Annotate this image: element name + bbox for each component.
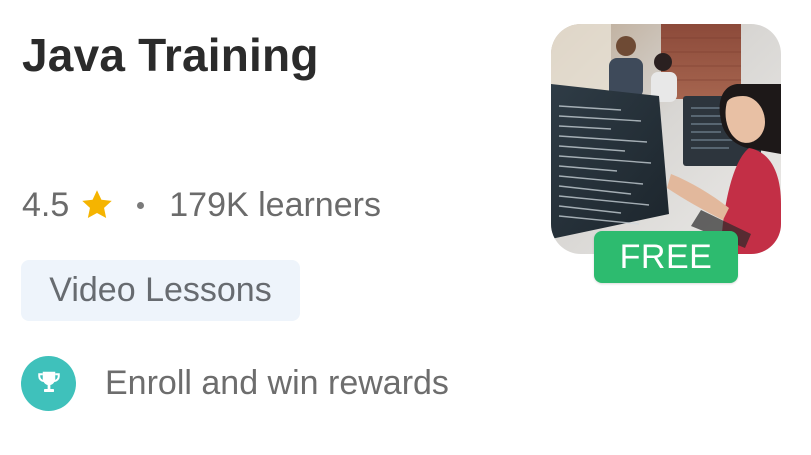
course-meta: 4.5 179K learners <box>22 183 381 227</box>
course-title: Java Training <box>22 29 319 81</box>
free-badge: FREE <box>594 231 738 283</box>
content-type-chip: Video Lessons <box>21 260 300 321</box>
reward-text: Enroll and win rewards <box>105 363 449 402</box>
learners-count: 179K learners <box>169 185 381 224</box>
course-card[interactable]: Java Training 4.5 179K learners Video Le… <box>0 0 811 455</box>
star-icon <box>79 187 115 223</box>
trophy-icon <box>21 355 76 411</box>
free-label: FREE <box>619 237 713 276</box>
course-thumbnail[interactable] <box>551 24 781 254</box>
rating-value: 4.5 <box>22 185 70 224</box>
chip-label: Video Lessons <box>49 271 272 309</box>
reward-row[interactable]: Enroll and win rewards <box>21 355 449 411</box>
separator-dot <box>137 201 145 209</box>
